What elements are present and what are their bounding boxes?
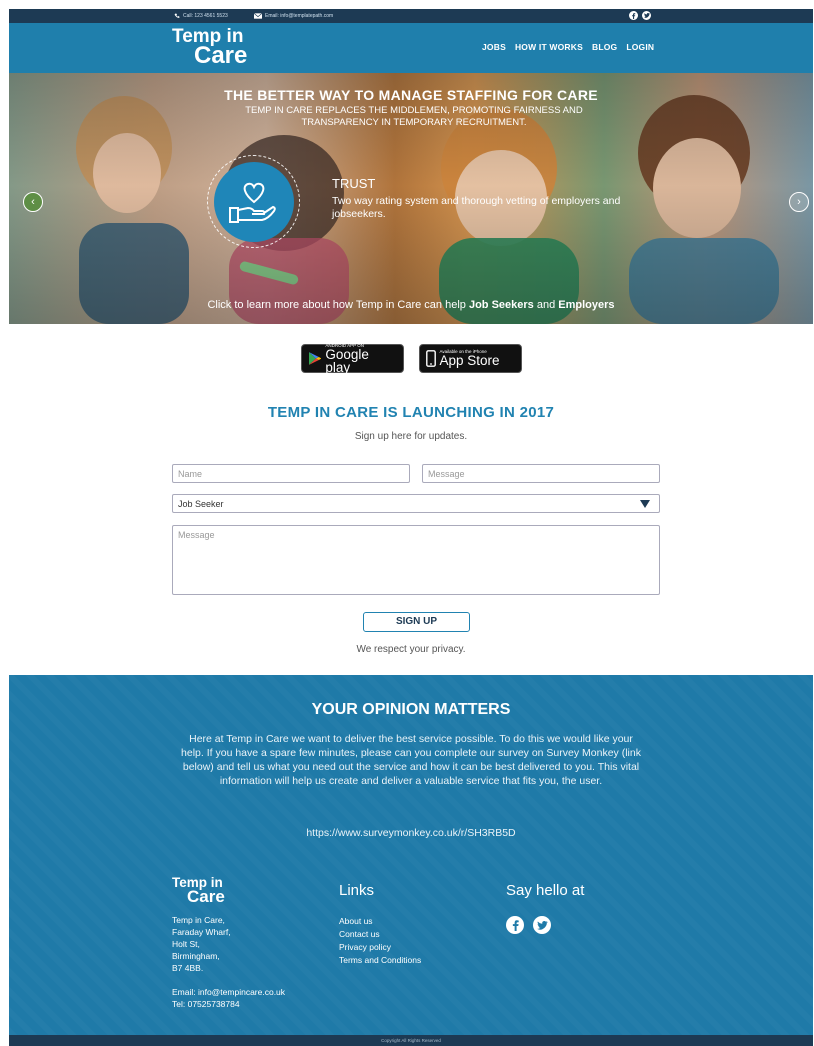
footer-social — [506, 916, 551, 934]
say-hello-heading: Say hello at — [506, 882, 585, 899]
message-textarea[interactable]: Message — [172, 525, 660, 595]
footer-email[interactable]: Email: info@tempincare.co.uk — [172, 987, 285, 999]
address-line: Temp in Care, — [172, 915, 225, 925]
logo-line-2: Care — [194, 42, 248, 70]
envelope-icon — [254, 13, 262, 19]
apple-badge-big: App Store — [439, 353, 500, 369]
privacy-note: We respect your privacy. — [356, 644, 466, 655]
footer-links: About us Contact us Privacy policy Terms… — [339, 915, 421, 967]
footer-address: Temp in Care, Faraday Wharf, Holt St, Bi… — [172, 915, 231, 974]
footer-logo-line-2: Care — [187, 887, 225, 907]
address-line: Faraday Wharf, — [172, 926, 231, 937]
message-input[interactable]: Message — [422, 464, 660, 483]
carousel-next-button[interactable]: › — [789, 192, 809, 212]
email-text: Email: info@templatepath.com — [265, 13, 334, 19]
google-play-icon — [308, 352, 321, 365]
app-badges: ANDROID APP ON Google play Available on … — [9, 343, 813, 375]
trust-badge — [207, 155, 300, 248]
site-logo[interactable]: Temp in Care — [172, 27, 248, 70]
phone-contact: Call: 123 4561 5523 — [174, 13, 228, 19]
survey-link[interactable]: https://www.surveymonkey.co.uk/r/SH3RB5D — [9, 827, 813, 839]
opinion-body: Here at Temp in Care we want to deliver … — [181, 733, 641, 787]
footer-link-terms[interactable]: Terms and Conditions — [339, 954, 421, 967]
opinion-section: YOUR OPINION MATTERS Here at Temp in Car… — [9, 675, 813, 1035]
email-contact[interactable]: Email: info@templatepath.com — [254, 13, 333, 19]
iphone-icon — [425, 350, 436, 367]
nav-login[interactable]: LOGIN — [626, 42, 654, 52]
footer-contact: Email: info@tempincare.co.uk Tel: 075257… — [172, 987, 285, 1011]
google-badge-big: Google play — [325, 346, 369, 375]
phone-icon — [174, 13, 180, 18]
main-nav: JOBS HOW IT WORKS BLOG LOGIN — [482, 42, 654, 52]
slide-title: TRUST — [332, 176, 376, 191]
learn-more-line: Click to learn more about how Temp in Ca… — [9, 299, 813, 311]
top-bar: Call: 123 4561 5523 Email: info@template… — [9, 9, 813, 23]
twitter-icon[interactable] — [533, 916, 551, 934]
site-header: Temp in Care JOBS HOW IT WORKS BLOG LOGI… — [9, 23, 813, 73]
chevron-right-icon: › — [797, 196, 801, 208]
sign-up-button[interactable]: SIGN UP — [363, 612, 470, 632]
role-select-value: Job Seeker — [178, 499, 224, 509]
learn-prefix: Click to learn more about how Temp in Ca… — [207, 299, 466, 311]
copyright-text: Copyright — [381, 1038, 401, 1043]
footer-link-privacy[interactable]: Privacy policy — [339, 941, 421, 954]
hero-carousel: THE BETTER WAY TO MANAGE STAFFING FOR CA… — [9, 73, 813, 324]
address-line: Holt St, — [172, 938, 200, 949]
doodle-background — [9, 675, 813, 1035]
address-line: B7 4BB. — [172, 962, 204, 973]
chevron-left-icon: ‹ — [31, 196, 35, 208]
job-seekers-link[interactable]: Job Seekers — [469, 299, 534, 311]
app-store-badge[interactable]: Available on the iPhone App Store — [418, 344, 522, 373]
footer-link-about[interactable]: About us — [339, 915, 421, 928]
slide-text: Two way rating system and thorough vetti… — [332, 195, 621, 220]
footer-tel[interactable]: Tel: 07525738784 — [172, 999, 285, 1011]
nav-blog[interactable]: BLOG — [592, 42, 617, 52]
facebook-icon[interactable] — [506, 916, 524, 934]
facebook-icon[interactable] — [629, 11, 638, 20]
top-social — [629, 11, 651, 20]
address-line: Birmingham, — [172, 950, 220, 961]
hero-subtitle: TEMP IN CARE REPLACES THE MIDDLEMEN, PRO… — [245, 105, 583, 128]
phone-text: Call: 123 4561 5523 — [183, 13, 228, 19]
twitter-icon[interactable] — [642, 11, 651, 20]
employers-link[interactable]: Employers — [558, 299, 614, 311]
signup-subtitle: Sign up here for updates. — [354, 431, 468, 442]
launch-heading: TEMP IN CARE IS LAUNCHING IN 2017 — [267, 404, 555, 421]
opinion-title: YOUR OPINION MATTERS — [311, 701, 511, 718]
carousel-prev-button[interactable]: ‹ — [23, 192, 43, 212]
google-play-badge[interactable]: ANDROID APP ON Google play — [300, 343, 404, 375]
copyright-bar: Copyright All Rights Reserved — [9, 1035, 813, 1046]
page: Call: 123 4561 5523 Email: info@template… — [9, 9, 813, 1046]
nav-how-it-works[interactable]: HOW IT WORKS — [515, 42, 583, 52]
nav-jobs[interactable]: JOBS — [482, 42, 506, 52]
learn-and: and — [536, 299, 556, 311]
links-heading: Links — [339, 882, 375, 899]
copyright-tail: All Rights Reserved — [401, 1038, 441, 1043]
footer-logo[interactable]: Temp in Care — [172, 876, 225, 907]
dropdown-arrow-icon — [640, 500, 650, 508]
name-input[interactable]: Name — [172, 464, 410, 483]
hero-title: THE BETTER WAY TO MANAGE STAFFING FOR CA… — [224, 87, 598, 103]
footer-link-contact[interactable]: Contact us — [339, 928, 421, 941]
role-select[interactable]: Job Seeker — [172, 494, 660, 513]
heart-in-hand-icon — [228, 182, 276, 223]
